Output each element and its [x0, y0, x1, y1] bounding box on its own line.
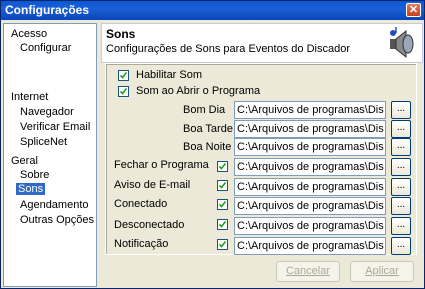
- sidebar-item-agendamento[interactable]: Agendamento: [20, 199, 89, 211]
- browse-button-conectado[interactable]: ...: [391, 197, 411, 215]
- row-label-notificacao: Notificação: [114, 238, 169, 250]
- path-field-boa-tarde[interactable]: C:\Arquivos de programas\Dis: [234, 120, 386, 138]
- checkmark-icon: [218, 241, 227, 248]
- browse-button-boa-tarde[interactable]: ...: [391, 120, 411, 138]
- sidebar-group-internet[interactable]: Internet: [11, 91, 48, 103]
- sidebar-group-acesso[interactable]: Acesso: [11, 28, 47, 40]
- browse-button-boa-noite[interactable]: ...: [391, 138, 411, 156]
- path-field-fechar-programa[interactable]: C:\Arquivos de programas\Dis: [234, 158, 386, 176]
- close-button[interactable]: ✕: [406, 3, 421, 17]
- checkmark-icon: [218, 201, 227, 208]
- apply-button[interactable]: Aplicar: [350, 261, 414, 282]
- row-label-fechar-programa: Fechar o Programa: [114, 159, 209, 171]
- sound-on-open-checkbox[interactable]: [118, 86, 129, 97]
- checkmark-icon: [218, 182, 227, 189]
- aviso-email-checkbox[interactable]: [217, 180, 228, 191]
- page-subtitle: Configurações de Sons para Eventos do Di…: [106, 43, 350, 55]
- row-label-boa-tarde: Boa Tarde: [183, 123, 233, 135]
- row-label-bom-dia: Bom Dia: [183, 104, 226, 116]
- row-label-aviso-email: Aviso de E-mail: [114, 179, 191, 191]
- sidebar-tree: Acesso Configurar Internet Navegador Ver…: [3, 23, 97, 287]
- desconectado-checkbox[interactable]: [217, 219, 228, 230]
- sidebar-item-configurar[interactable]: Configurar: [20, 42, 71, 54]
- notificacao-checkbox[interactable]: [217, 239, 228, 250]
- path-field-bom-dia[interactable]: C:\Arquivos de programas\Dis: [234, 101, 386, 119]
- sidebar-group-geral[interactable]: Geral: [11, 155, 38, 167]
- path-field-notificacao[interactable]: C:\Arquivos de programas\Dis: [234, 237, 386, 255]
- sidebar-item-sobre[interactable]: Sobre: [20, 169, 49, 181]
- sidebar-item-outras-opcoes[interactable]: Outras Opções: [20, 214, 94, 226]
- sidebar-item-sons[interactable]: Sons: [16, 183, 46, 195]
- page-title: Sons: [106, 27, 136, 41]
- row-label-boa-noite: Boa Noite: [183, 141, 232, 153]
- section-header: Sons Configurações de Sons para Eventos …: [101, 23, 423, 63]
- browse-button-bom-dia[interactable]: ...: [391, 101, 411, 119]
- cancel-button-label: Cancelar: [285, 265, 331, 277]
- browse-button-notificacao[interactable]: ...: [391, 237, 411, 255]
- row-label-conectado: Conectado: [114, 198, 168, 210]
- sound-on-open-label: Som ao Abrir o Programa: [136, 85, 261, 97]
- sidebar-item-splicenet[interactable]: SpliceNet: [20, 136, 67, 148]
- speaker-music-icon: [390, 27, 414, 59]
- checkmark-icon: [218, 221, 227, 228]
- browse-button-aviso-email[interactable]: ...: [391, 178, 411, 196]
- checkmark-icon: [119, 88, 128, 95]
- path-field-conectado[interactable]: C:\Arquivos de programas\Dis: [234, 197, 386, 215]
- path-field-aviso-email[interactable]: C:\Arquivos de programas\Dis: [234, 178, 386, 196]
- path-field-boa-noite[interactable]: C:\Arquivos de programas\Dis: [234, 138, 386, 156]
- settings-window: Configurações ✕ Acesso Configurar Intern…: [0, 0, 425, 289]
- browse-button-fechar-programa[interactable]: ...: [391, 158, 411, 176]
- fechar-programa-checkbox[interactable]: [217, 161, 228, 172]
- apply-button-label: Aplicar: [365, 265, 399, 277]
- enable-sound-label: Habilitar Som: [136, 69, 203, 81]
- sidebar-item-navegador[interactable]: Navegador: [20, 106, 74, 118]
- row-label-desconectado: Desconectado: [114, 219, 185, 231]
- title-bar: Configurações ✕: [1, 1, 424, 20]
- browse-button-desconectado[interactable]: ...: [391, 217, 411, 235]
- cancel-button[interactable]: Cancelar: [276, 261, 340, 282]
- close-icon: ✕: [408, 4, 419, 16]
- path-field-desconectado[interactable]: C:\Arquivos de programas\Dis: [234, 217, 386, 235]
- checkmark-icon: [119, 72, 128, 79]
- sidebar-item-verificar-email[interactable]: Verificar Email: [20, 121, 90, 133]
- conectado-checkbox[interactable]: [217, 199, 228, 210]
- window-title: Configurações: [5, 3, 90, 17]
- enable-sound-checkbox[interactable]: [118, 70, 129, 81]
- checkmark-icon: [218, 163, 227, 170]
